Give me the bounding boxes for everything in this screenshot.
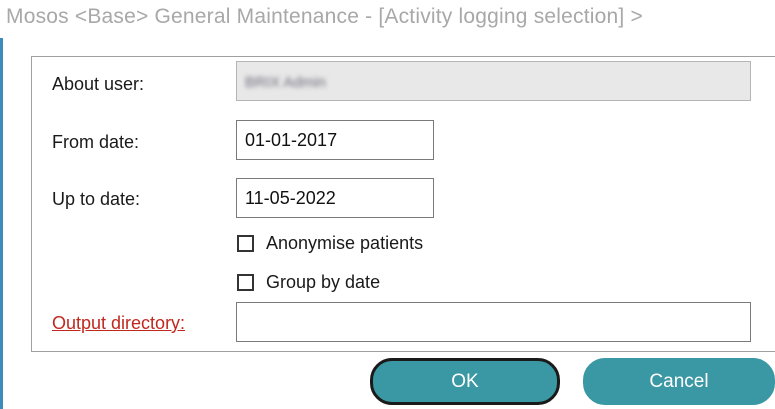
- anonymise-patients-option[interactable]: Anonymise patients: [237, 231, 423, 255]
- ok-button[interactable]: OK: [370, 358, 560, 405]
- output-directory-input[interactable]: [236, 302, 751, 342]
- about-user-label: About user:: [52, 74, 145, 94]
- anonymise-patients-checkbox[interactable]: [237, 234, 254, 252]
- group-by-date-option[interactable]: Group by date: [237, 270, 380, 294]
- from-date-label: From date:: [52, 132, 140, 152]
- up-to-date-label: Up to date:: [52, 189, 141, 209]
- up-to-date-input[interactable]: 11-05-2022: [236, 178, 434, 218]
- title-bar[interactable]: Mosos <Base> General Maintenance - [Acti…: [0, 0, 775, 38]
- anonymise-patients-label[interactable]: Anonymise patients: [266, 233, 423, 254]
- window-title: Mosos <Base> General Maintenance - [Acti…: [6, 5, 643, 28]
- output-directory-link[interactable]: Output directory:: [52, 313, 185, 334]
- window-border: [0, 38, 3, 409]
- about-user-field: BRIX Admin: [236, 61, 751, 101]
- dialog-window: Mosos <Base> General Maintenance - [Acti…: [0, 0, 775, 409]
- from-date-input[interactable]: 01-01-2017: [236, 120, 434, 160]
- about-user-value: BRIX Admin: [245, 74, 326, 91]
- group-by-date-checkbox[interactable]: [237, 273, 254, 291]
- group-by-date-label[interactable]: Group by date: [266, 272, 380, 293]
- cancel-button[interactable]: Cancel: [583, 358, 775, 405]
